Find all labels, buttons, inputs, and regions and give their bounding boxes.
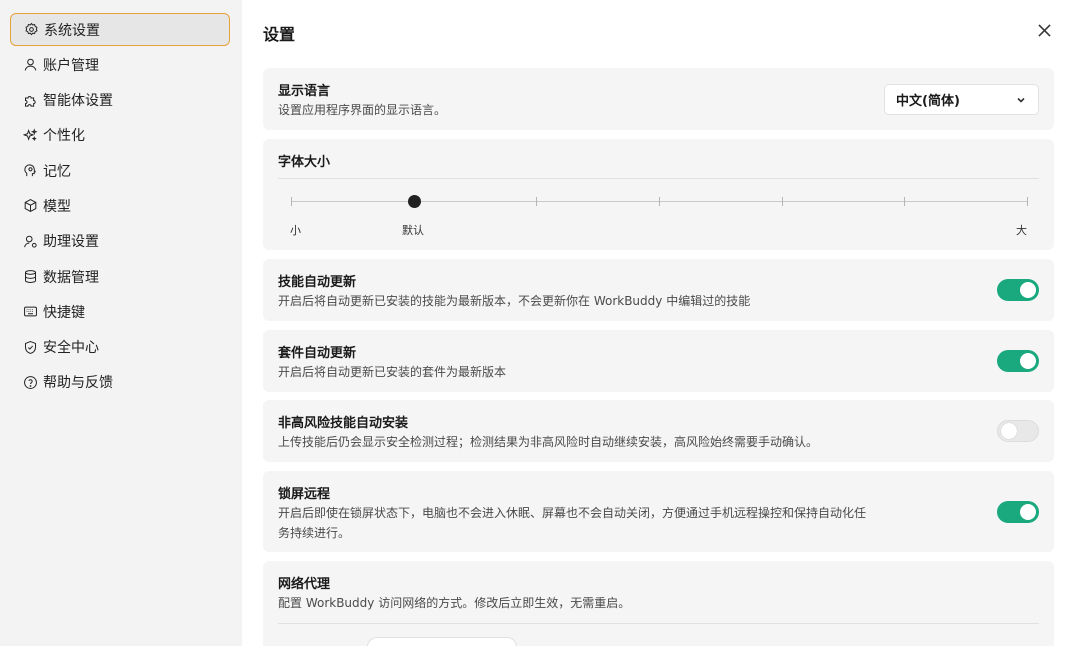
settings-main: 设置 显示语言 设置应用程序界面的显示语言。 中文(简体) 字体大小 小 默认 …: [242, 0, 1080, 646]
toggle-knob: [1001, 423, 1017, 439]
font-size-title: 字体大小: [278, 155, 331, 170]
chevron-down-icon: [1017, 97, 1025, 103]
lock-remote-desc-line2: 务持续进行。: [278, 526, 351, 540]
sidebar-item-memory[interactable]: 记忆: [10, 154, 230, 187]
divider: [278, 178, 1039, 179]
sidebar-item-model[interactable]: 模型: [10, 189, 230, 222]
sidebar-item-label: 模型: [43, 198, 71, 215]
lock-remote-toggle[interactable]: [997, 501, 1039, 523]
font-size-tick[interactable]: [904, 197, 906, 206]
font-size-tick[interactable]: [781, 197, 783, 206]
sidebar-item-system-settings[interactable]: 系统设置: [10, 13, 230, 46]
skill-update-toggle[interactable]: [997, 279, 1039, 301]
language-select[interactable]: 中文(简体): [884, 84, 1039, 115]
low-risk-install-card: 非高风险技能自动安装 上传技能后仍会显示安全检测过程；检测结果为非高风险时自动继…: [263, 400, 1054, 462]
proxy-desc: 配置 WorkBuddy 访问网络的方式。修改后立即生效，无需重启。: [278, 596, 631, 610]
lock-remote-card: 锁屏远程 开启后即使在锁屏状态下，电脑也不会进入休眠、屏幕也不会自动关闭，方便通…: [263, 471, 1054, 552]
toggle-knob: [1020, 353, 1036, 369]
sidebar-item-account[interactable]: 账户管理: [10, 48, 230, 81]
sidebar-item-shortcuts[interactable]: 快捷键: [10, 295, 230, 328]
gear-icon: [23, 22, 39, 38]
sidebar-item-agent-settings[interactable]: 智能体设置: [10, 84, 230, 117]
kit-update-card: 套件自动更新 开启后将自动更新已安装的套件为最新版本: [263, 330, 1054, 392]
sidebar-item-label: 记忆: [43, 163, 71, 180]
user-icon: [22, 57, 38, 73]
kit-update-toggle[interactable]: [997, 350, 1039, 372]
proxy-title: 网络代理: [278, 577, 331, 592]
sidebar-item-data-management[interactable]: 数据管理: [10, 260, 230, 293]
sidebar-item-label: 系统设置: [44, 22, 100, 39]
keyboard-icon: [22, 304, 38, 320]
language-title: 显示语言: [278, 84, 331, 99]
font-size-default-label: 默认: [402, 224, 424, 237]
database-icon: [22, 269, 38, 285]
font-size-slider-thumb[interactable]: [407, 195, 421, 208]
sidebar: 系统设置 账户管理 智能体设置 个性化 记忆 模型 助理设置 数据管理 快捷键 …: [0, 0, 242, 646]
sidebar-item-assistant-settings[interactable]: 助理设置: [10, 225, 230, 258]
close-button[interactable]: [1034, 20, 1054, 40]
sparkle-icon: [22, 127, 38, 143]
cube-icon: [22, 198, 38, 214]
low-risk-install-desc: 上传技能后仍会显示安全检测过程；检测结果为非高风险时自动继续安装，高风险始终需要…: [278, 435, 819, 449]
skill-update-title: 技能自动更新: [278, 275, 357, 290]
font-size-max-label: 大: [1016, 224, 1027, 237]
head-icon: [22, 163, 38, 179]
lock-remote-title: 锁屏远程: [278, 487, 331, 502]
sidebar-item-label: 数据管理: [43, 269, 99, 286]
proxy-card: 网络代理 配置 WorkBuddy 访问网络的方式。修改后立即生效，无需重启。: [263, 561, 1054, 646]
skill-update-desc: 开启后将自动更新已安装的技能为最新版本，不会更新你在 WorkBuddy 中编辑…: [278, 294, 751, 308]
puzzle-icon: [22, 92, 38, 108]
settings-window: 系统设置 账户管理 智能体设置 个性化 记忆 模型 助理设置 数据管理 快捷键 …: [0, 0, 1080, 646]
language-desc: 设置应用程序界面的显示语言。: [278, 103, 447, 117]
font-size-tick[interactable]: [291, 197, 292, 206]
font-size-tick[interactable]: [1027, 197, 1028, 206]
proxy-option-input[interactable]: [367, 637, 517, 646]
sidebar-item-help[interactable]: 帮助与反馈: [10, 366, 230, 399]
user-cog-icon: [22, 233, 38, 249]
sidebar-item-personalization[interactable]: 个性化: [10, 119, 230, 152]
font-size-tick[interactable]: [536, 197, 538, 206]
low-risk-install-toggle[interactable]: [997, 420, 1039, 442]
kit-update-title: 套件自动更新: [278, 346, 357, 361]
sidebar-item-label: 个性化: [43, 128, 85, 145]
shield-icon: [22, 339, 38, 355]
language-selected-value: 中文(简体): [896, 94, 960, 109]
lock-remote-desc-line1: 开启后即使在锁屏状态下，电脑也不会进入休眠、屏幕也不会自动关闭，方便通过手机远程…: [278, 506, 867, 520]
page-title: 设置: [263, 25, 296, 44]
sidebar-item-security[interactable]: 安全中心: [10, 331, 230, 364]
kit-update-desc: 开启后将自动更新已安装的套件为最新版本: [278, 365, 507, 379]
sidebar-item-label: 安全中心: [43, 340, 99, 357]
low-risk-install-title: 非高风险技能自动安装: [278, 416, 409, 431]
sidebar-item-label: 助理设置: [43, 234, 99, 251]
font-size-card: 字体大小 小 默认 大: [263, 139, 1054, 250]
help-icon: [22, 374, 38, 390]
sidebar-item-label: 账户管理: [43, 57, 99, 74]
toggle-knob: [1020, 282, 1036, 298]
font-size-tick[interactable]: [659, 197, 660, 206]
sidebar-item-label: 帮助与反馈: [43, 375, 113, 392]
sidebar-item-label: 智能体设置: [43, 93, 113, 110]
sidebar-item-label: 快捷键: [43, 304, 85, 321]
toggle-knob: [1020, 504, 1036, 520]
skill-update-card: 技能自动更新 开启后将自动更新已安装的技能为最新版本，不会更新你在 WorkBu…: [263, 259, 1054, 321]
close-icon: [1037, 23, 1051, 37]
divider: [278, 623, 1039, 624]
font-size-min-label: 小: [290, 224, 301, 237]
language-card: 显示语言 设置应用程序界面的显示语言。 中文(简体): [263, 68, 1054, 130]
